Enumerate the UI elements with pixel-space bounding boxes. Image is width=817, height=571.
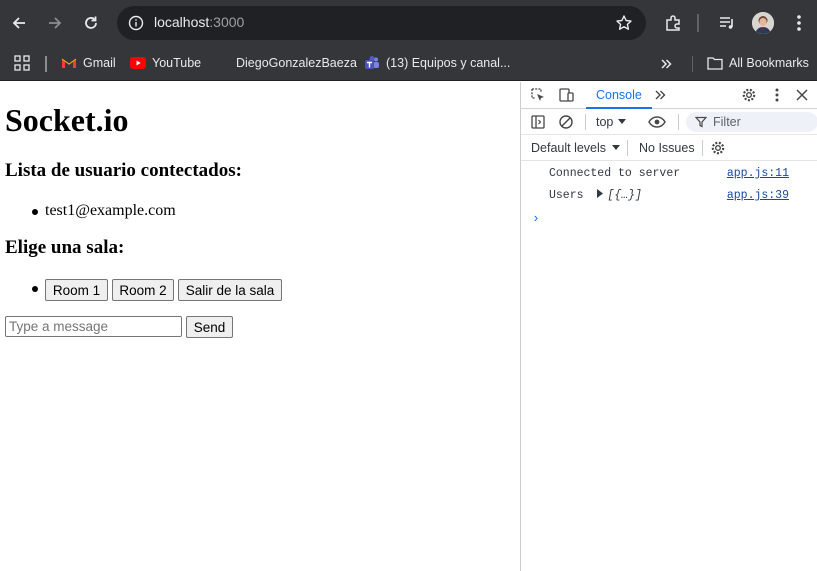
levels-label: Default levels: [531, 141, 607, 155]
inspect-element-icon[interactable]: [529, 86, 547, 104]
issues-counter[interactable]: No Issues: [639, 141, 695, 155]
console-settings-gear-icon[interactable]: [709, 139, 727, 157]
more-tabs-icon[interactable]: [651, 86, 669, 104]
bookmark-youtube[interactable]: YouTube: [130, 53, 201, 73]
context-selector[interactable]: top: [596, 115, 627, 129]
bookmark-label: DiegoGonzalezBaeza: [236, 56, 357, 70]
console-source-link[interactable]: app.js:39: [727, 189, 789, 202]
toolbar-separator: [585, 114, 586, 130]
bookmarks-separator: [692, 56, 693, 72]
url-port: :3000: [209, 14, 245, 30]
bookmarks-bar: Gmail YouTube DiegoGonzalezBaeza (13) Eq…: [0, 46, 817, 81]
users-heading: Lista de usuario contectados:: [5, 160, 242, 181]
console-log-line: Connected to server app.js:11: [521, 163, 817, 185]
apps-icon[interactable]: [14, 53, 30, 73]
clear-console-icon[interactable]: [557, 113, 575, 131]
devtools-tab-bar: Console: [521, 82, 817, 109]
console-message: Connected to server: [549, 167, 681, 180]
filter-input[interactable]: Filter: [686, 112, 817, 132]
dropdown-arrow-icon: [618, 119, 627, 124]
context-label: top: [596, 115, 614, 129]
folder-icon: [707, 55, 723, 71]
toolbar-separator: [678, 114, 679, 130]
console-levels-bar: Default levels No Issues: [521, 135, 817, 161]
toolbar-separator: [697, 14, 699, 32]
toolbar-separator: [702, 140, 703, 156]
console-source-link[interactable]: app.js:11: [727, 167, 789, 180]
device-toolbar-icon[interactable]: [557, 86, 575, 104]
filter-placeholder: Filter: [713, 115, 741, 129]
menu-icon[interactable]: [788, 12, 810, 34]
media-icon[interactable]: [716, 12, 738, 34]
settings-gear-icon[interactable]: [740, 86, 758, 104]
list-bullet: [32, 286, 38, 292]
address-bar[interactable]: localhost:3000: [117, 6, 646, 40]
site-info-icon[interactable]: [126, 13, 146, 33]
console-object[interactable]: [{…}]: [607, 189, 642, 202]
console-log-line: Users [{…}] app.js:39: [521, 185, 817, 207]
bookmark-teams[interactable]: (13) Equipos y canal...: [364, 53, 510, 73]
message-input[interactable]: [5, 316, 182, 337]
bookmark-gmail[interactable]: Gmail: [61, 53, 116, 73]
url-text: localhost:3000: [154, 14, 244, 30]
leave-room-button[interactable]: Salir de la sala: [178, 279, 282, 301]
browser-toolbar: localhost:3000: [0, 0, 817, 46]
toolbar-separator: [627, 140, 628, 156]
rooms-heading: Elige una sala:: [5, 237, 125, 258]
list-bullet: [32, 209, 38, 215]
reload-icon[interactable]: [78, 10, 104, 36]
devtools-menu-icon[interactable]: [768, 86, 786, 104]
web-page: Socket.io Lista de usuario contectados: …: [0, 82, 520, 571]
bookmark-label: Gmail: [83, 56, 116, 70]
bookmark-diegogonzalezbaeza[interactable]: DiegoGonzalezBaeza: [236, 53, 357, 73]
bookmark-star-icon[interactable]: [614, 13, 634, 33]
teams-icon: [364, 55, 380, 71]
all-bookmarks-label: All Bookmarks: [729, 56, 809, 70]
close-devtools-icon[interactable]: [793, 86, 811, 104]
bookmark-label: YouTube: [152, 56, 202, 70]
devtools-panel: Console top Filter Default levels No Iss…: [520, 82, 817, 571]
bookmark-label: (13) Equipos y canal...: [386, 56, 511, 70]
bookmarks-separator: [45, 56, 47, 72]
room-1-button[interactable]: Room 1: [45, 279, 108, 301]
user-list-item: test1@example.com: [45, 202, 176, 219]
profile-avatar[interactable]: [752, 12, 774, 34]
send-button[interactable]: Send: [186, 316, 233, 338]
url-host: localhost: [154, 14, 210, 30]
youtube-icon: [130, 55, 146, 71]
room-2-button[interactable]: Room 2: [112, 279, 174, 301]
all-bookmarks-button[interactable]: All Bookmarks: [707, 53, 809, 73]
more-bookmarks-icon[interactable]: [658, 56, 674, 72]
back-icon[interactable]: [6, 10, 32, 36]
page-title: Socket.io: [5, 102, 129, 138]
gmail-icon: [61, 55, 77, 71]
sidebar-toggle-icon[interactable]: [529, 113, 547, 131]
forward-icon[interactable]: [42, 10, 68, 36]
console-message: Users: [549, 189, 584, 202]
tab-console[interactable]: Console: [586, 82, 652, 109]
console-toolbar: top Filter: [521, 109, 817, 135]
live-expression-eye-icon[interactable]: [648, 113, 666, 131]
extensions-icon[interactable]: [662, 12, 684, 34]
dropdown-arrow-icon: [612, 145, 621, 150]
log-levels-dropdown[interactable]: Default levels: [531, 141, 621, 155]
console-prompt[interactable]: ›: [532, 211, 540, 226]
filter-icon: [695, 116, 707, 128]
console-message-users: Users [{…}]: [549, 189, 642, 202]
expand-triangle-icon[interactable]: [596, 189, 605, 198]
